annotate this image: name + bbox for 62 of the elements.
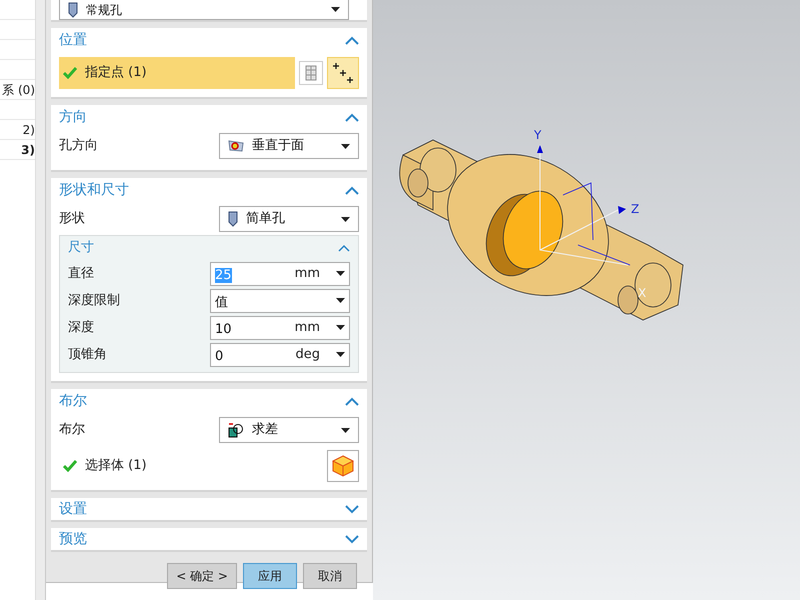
drill-bit-icon <box>228 211 238 227</box>
caret-icon <box>341 144 350 148</box>
collapse-chevron-icon[interactable] <box>345 112 359 122</box>
caret-icon <box>341 216 350 222</box>
expand-chevron-icon[interactable] <box>345 534 359 544</box>
field-label: 直径 <box>68 264 94 283</box>
collapse-chevron-icon[interactable] <box>345 186 359 196</box>
tree-row-text: 2) <box>22 122 35 138</box>
selection-row[interactable]: 选择体 (1) <box>59 453 151 479</box>
axis-triad-drawing: Y Z X <box>534 128 646 300</box>
unit-label: deg <box>295 346 320 364</box>
collapse-chevron-icon[interactable] <box>345 396 359 406</box>
dialog-button[interactable]: 应用 <box>243 563 297 589</box>
caret-icon <box>331 7 340 12</box>
section-title: 形状和尺寸 <box>59 181 129 200</box>
field-label: 孔方向 <box>59 137 98 156</box>
tree-row[interactable]: 3) <box>0 140 35 160</box>
dropdown[interactable]: 值 <box>210 288 350 312</box>
section-title: 设置 <box>59 500 87 518</box>
dialog-button[interactable]: < 确定 > <box>167 563 237 589</box>
number-field[interactable]: 25 mm <box>210 262 350 286</box>
caret-icon <box>336 352 345 357</box>
section-title: 预览 <box>59 530 87 548</box>
selection-row[interactable]: 指定点 (1) <box>59 57 295 89</box>
dropdown[interactable]: 求差 <box>219 417 359 443</box>
dialog-button[interactable]: 取消 <box>303 563 357 589</box>
unit-label: mm <box>294 264 320 283</box>
face-normal-icon <box>228 139 244 153</box>
field-label: 形状 <box>59 210 85 228</box>
collapse-chevron-icon[interactable] <box>345 36 359 46</box>
subsection-title: 尺寸 <box>68 239 94 258</box>
unit-label: mm <box>294 318 320 337</box>
number-field[interactable]: 10 mm <box>210 316 350 340</box>
field-label: 顶锥角 <box>68 346 107 364</box>
point-button[interactable] <box>327 57 359 89</box>
dropdown[interactable]: 垂直于面 <box>219 133 359 159</box>
field-label: 布尔 <box>59 421 85 440</box>
selection-label: 指定点 (1) <box>85 64 147 82</box>
expand-chevron-icon[interactable] <box>345 504 359 514</box>
subtract-icon <box>228 422 244 438</box>
cube-icon <box>332 455 354 477</box>
tree-row[interactable]: 2) <box>0 120 35 140</box>
grid-icon <box>304 65 318 81</box>
dropdown[interactable]: 常规孔 <box>59 0 349 20</box>
number-field[interactable]: 0 deg <box>210 342 350 366</box>
selection-label: 选择体 (1) <box>85 457 147 476</box>
caret-icon <box>336 325 345 330</box>
plus-points-icon <box>332 62 354 84</box>
field-label: 深度限制 <box>68 292 120 310</box>
caret-icon <box>336 271 345 276</box>
caret-icon <box>341 428 350 432</box>
section-title: 方向 <box>59 108 87 127</box>
tree-row-text: 3) <box>21 142 35 158</box>
sketch-button[interactable] <box>299 61 323 85</box>
dropdown[interactable]: 简单孔 <box>219 206 359 232</box>
body-select-button[interactable] <box>327 450 359 482</box>
caret-icon <box>336 298 345 303</box>
section-title: 布尔 <box>59 392 87 411</box>
section-title: 位置 <box>59 31 87 50</box>
collapse-chevron-icon[interactable] <box>338 244 350 252</box>
field-label: 深度 <box>68 318 94 337</box>
drill-bit-icon <box>68 2 78 18</box>
